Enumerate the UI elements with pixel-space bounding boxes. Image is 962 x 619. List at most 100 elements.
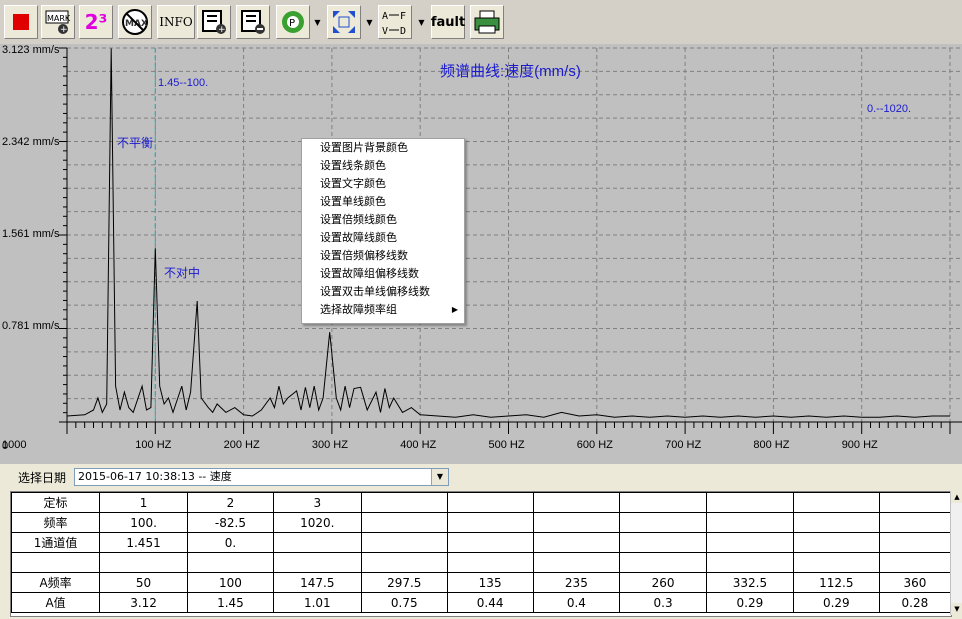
table-cell[interactable]: 1通道值 (11, 532, 101, 553)
table-cell[interactable]: 297.5 (360, 572, 448, 593)
fit-dropdown[interactable]: ▼ (365, 5, 374, 39)
table-cell[interactable]: 1 (99, 492, 188, 513)
table-cell[interactable] (532, 512, 621, 533)
table-cell[interactable]: 定标 (11, 492, 101, 513)
table-cell[interactable]: 0.29 (705, 592, 794, 613)
table-cell[interactable]: 100. (99, 512, 188, 533)
table-cell[interactable]: 1.451 (99, 532, 188, 553)
table-cell[interactable] (792, 552, 880, 573)
number-23-button[interactable]: 2³ (79, 5, 113, 39)
table-cell[interactable] (446, 512, 534, 533)
date-bar: 选择日期 2015-06-17 10:38:13 -- 速度 ▼ (0, 466, 962, 490)
list-remove-button[interactable] (236, 5, 270, 39)
chevron-down-icon[interactable]: ▼ (431, 469, 448, 485)
table-cell[interactable]: A频率 (11, 572, 101, 593)
table-cell[interactable] (878, 552, 951, 573)
table-cell[interactable]: 2 (187, 492, 274, 513)
menu-item-text-color[interactable]: 设置文字颜色 (302, 175, 464, 193)
mark-add-button[interactable]: MARK + (41, 5, 75, 39)
info-button[interactable]: INFO (157, 5, 195, 39)
menu-item-bg-color[interactable]: 设置图片背景颜色 (302, 139, 464, 157)
table-cell[interactable] (272, 532, 362, 553)
table-cell[interactable]: 0.3 (619, 592, 707, 613)
menu-item-fault-group-offset[interactable]: 设置故障组偏移线数 (302, 265, 464, 283)
table-cell[interactable]: 0.44 (446, 592, 534, 613)
table-cell[interactable]: 0. (187, 532, 274, 553)
table-cell[interactable] (792, 492, 880, 513)
menu-item-fault-freq-group[interactable]: 选择故障频率组 ▶ (302, 301, 464, 319)
table-cell[interactable] (446, 552, 534, 573)
table-cell[interactable] (532, 552, 621, 573)
table-cell[interactable] (705, 492, 794, 513)
table-cell[interactable]: 135 (446, 572, 534, 593)
table-cell[interactable]: 360 (878, 572, 951, 593)
menu-item-fault-line-color[interactable]: 设置故障线颜色 (302, 229, 464, 247)
table-cell[interactable] (705, 552, 794, 573)
table-cell[interactable] (99, 552, 188, 573)
table-cell[interactable] (878, 512, 951, 533)
table-cell[interactable] (532, 532, 621, 553)
table-cell[interactable] (878, 532, 951, 553)
axis-dropdown[interactable]: ▼ (417, 5, 426, 39)
table-cell[interactable] (446, 492, 534, 513)
table-cell[interactable]: 147.5 (272, 572, 362, 593)
table-cell[interactable]: 3 (272, 492, 362, 513)
table-cell[interactable] (360, 532, 448, 553)
table-row: 定标 1 2 3 (11, 492, 951, 513)
table-cell[interactable]: 频率 (11, 512, 101, 533)
table-cell[interactable]: 235 (532, 572, 621, 593)
menu-item-line-color[interactable]: 设置线条颜色 (302, 157, 464, 175)
table-cell[interactable]: A值 (11, 592, 101, 613)
table-cell[interactable] (619, 512, 707, 533)
table-cell[interactable]: 0.29 (792, 592, 880, 613)
table-cell[interactable]: -82.5 (187, 512, 274, 533)
table-cell[interactable] (360, 512, 448, 533)
y-label-3: 1.561 mm/s (2, 228, 60, 240)
axis-swap-button[interactable]: A F V D (378, 5, 412, 39)
menu-item-single-line-color[interactable]: 设置单线颜色 (302, 193, 464, 211)
table-cell[interactable] (187, 552, 274, 573)
table-cell[interactable] (619, 492, 707, 513)
menu-item-harmonic-offset[interactable]: 设置倍频偏移线数 (302, 247, 464, 265)
table-cell[interactable]: 1020. (272, 512, 362, 533)
table-cell[interactable]: 0.4 (532, 592, 621, 613)
table-cell[interactable]: 0.28 (878, 592, 951, 613)
table-cell[interactable] (272, 552, 362, 573)
table-cell[interactable] (360, 492, 448, 513)
menu-item-dblclick-offset[interactable]: 设置双击单线偏移线数 (302, 283, 464, 301)
scroll-down-icon[interactable]: ▼ (951, 603, 962, 615)
table-cell[interactable] (360, 552, 448, 573)
table-cell[interactable] (619, 532, 707, 553)
date-select[interactable]: 2015-06-17 10:38:13 -- 速度 ▼ (74, 468, 449, 486)
max-off-button[interactable]: MAX (118, 5, 152, 39)
fault-button[interactable]: fault (431, 5, 465, 39)
refresh-dropdown[interactable]: ▼ (313, 5, 322, 39)
table-cell[interactable]: 112.5 (792, 572, 880, 593)
table-cell[interactable]: 1.45 (187, 592, 274, 613)
table-cell[interactable] (878, 492, 951, 513)
table-cell[interactable] (619, 552, 707, 573)
refresh-p-button[interactable]: P (276, 5, 310, 39)
menu-item-harmonic-line-color[interactable]: 设置倍频线颜色 (302, 211, 464, 229)
list-add-button[interactable]: + (197, 5, 231, 39)
table-cell[interactable] (705, 512, 794, 533)
table-cell[interactable] (532, 492, 621, 513)
table-cell[interactable]: 50 (99, 572, 188, 593)
vertical-scrollbar[interactable]: ▲ ▼ (950, 491, 962, 615)
table-cell[interactable] (446, 532, 534, 553)
table-cell[interactable] (792, 532, 880, 553)
table-cell[interactable]: 0.75 (360, 592, 448, 613)
table-cell[interactable] (11, 552, 101, 573)
scroll-up-icon[interactable]: ▲ (951, 491, 962, 503)
print-button[interactable] (470, 5, 504, 39)
stop-button[interactable] (4, 5, 38, 39)
fit-screen-button[interactable] (327, 5, 361, 39)
table-cell[interactable]: 260 (619, 572, 707, 593)
table-cell[interactable]: 100 (187, 572, 274, 593)
table-cell[interactable]: 1.01 (272, 592, 362, 613)
spectrum-chart[interactable]: 频谱曲线:速度(mm/s) 3.123 mm/s 2.342 mm/s 1.56… (0, 44, 962, 464)
table-cell[interactable] (705, 532, 794, 553)
table-cell[interactable]: 332.5 (705, 572, 794, 593)
table-cell[interactable] (792, 512, 880, 533)
table-cell[interactable]: 3.12 (99, 592, 188, 613)
